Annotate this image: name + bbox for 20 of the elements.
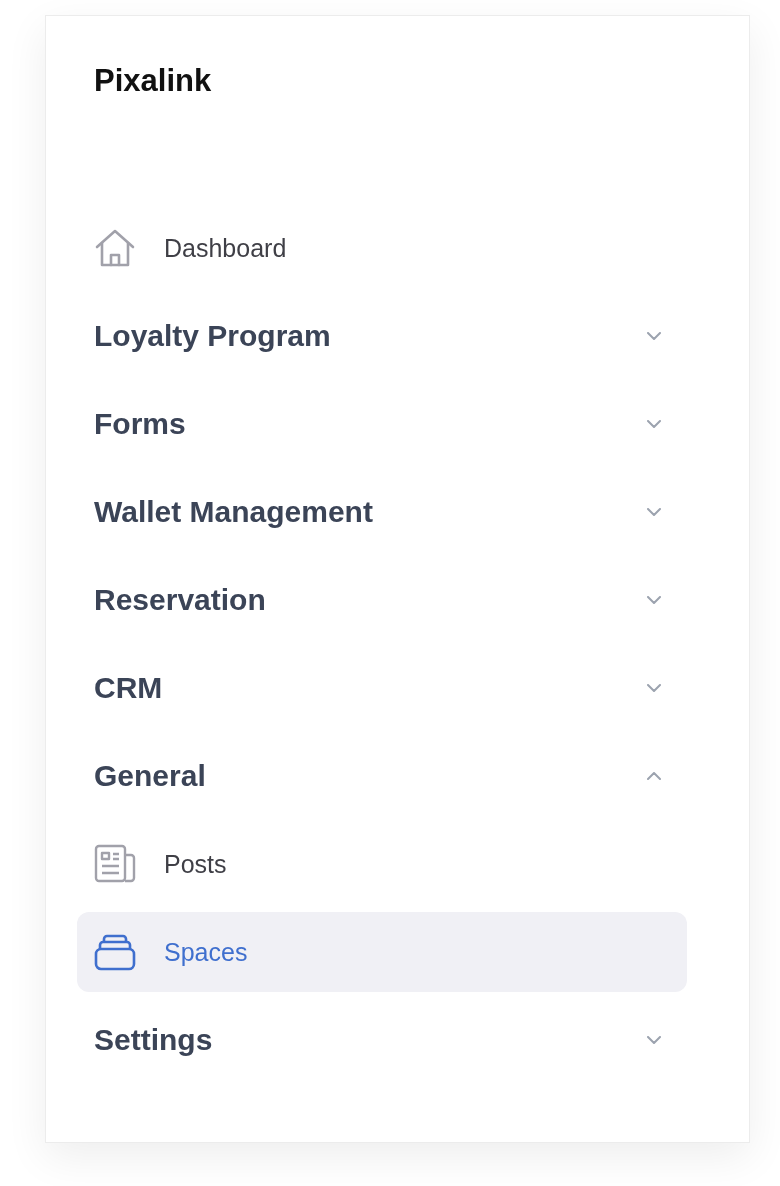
chevron-up-icon [647,772,661,780]
nav-section[interactable]: General [77,736,687,816]
newspaper-icon [94,843,136,885]
chevron-down-icon [647,596,661,604]
home-icon [94,227,136,269]
nav-link[interactable]: Posts [77,824,687,904]
nav-section[interactable]: Loyalty Program [77,296,687,376]
nav-section[interactable]: Wallet Management [77,472,687,552]
nav-section[interactable]: Reservation [77,560,687,640]
chevron-down-icon [647,1036,661,1044]
nav-section[interactable]: Forms [77,384,687,464]
chevron-down-icon [647,420,661,428]
nav-section[interactable]: Settings [77,1000,687,1080]
nav-link[interactable]: Spaces [77,912,687,992]
brand-name: Pixalink [94,62,212,100]
chevron-down-icon [647,508,661,516]
nav-section[interactable]: CRM [77,648,687,728]
nav-link[interactable]: Dashboard [77,208,687,288]
chevron-down-icon [647,684,661,692]
chevron-down-icon [647,332,661,340]
